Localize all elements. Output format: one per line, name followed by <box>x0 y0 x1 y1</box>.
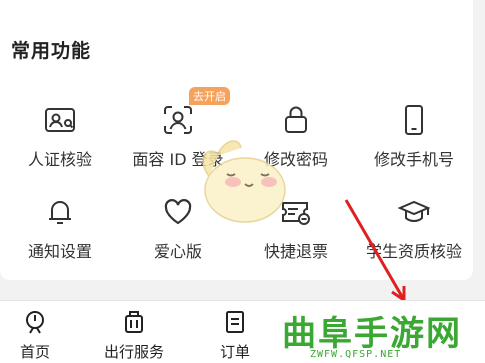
function-student-verification[interactable]: 学生资质核验 <box>354 192 474 272</box>
id-card-check-icon <box>40 100 80 140</box>
home-train-icon <box>26 311 44 334</box>
phone-icon <box>394 100 434 140</box>
tab-travel-services[interactable]: 出行服务 <box>104 309 164 362</box>
graduation-cap-icon <box>394 192 434 232</box>
app-screen: 常用功能 人证核验 面容 ID 登录 去开启 修改密码 修改手机号 通知设置 爱… <box>0 0 485 363</box>
bell-icon <box>40 192 80 232</box>
function-label: 通知设置 <box>27 242 92 261</box>
function-label: 爱心版 <box>153 242 202 261</box>
watermark-text: 曲阜手游网 <box>282 314 462 354</box>
tab-label: 订单 <box>220 343 251 361</box>
function-label: 修改手机号 <box>373 150 454 169</box>
watermark-url: ZWFW.QFSP.NET <box>310 349 402 360</box>
tab-orders[interactable]: 订单 <box>220 309 250 362</box>
order-list-icon <box>226 311 244 333</box>
function-label: 快捷退票 <box>263 242 328 261</box>
section-title: 常用功能 <box>11 40 92 62</box>
function-label: 人证核验 <box>27 150 92 169</box>
luggage-icon <box>125 311 143 333</box>
function-id-verification[interactable]: 人证核验 <box>0 100 120 180</box>
function-change-phone[interactable]: 修改手机号 <box>354 100 474 180</box>
enable-badge: 去开启 <box>189 87 230 105</box>
mascot-illustration <box>202 140 286 223</box>
function-label: 学生资质核验 <box>365 242 462 261</box>
function-notification-settings[interactable]: 通知设置 <box>0 192 120 272</box>
tab-label: 出行服务 <box>104 343 165 361</box>
tab-label: 首页 <box>20 343 51 361</box>
tab-home[interactable]: 首页 <box>20 309 50 362</box>
